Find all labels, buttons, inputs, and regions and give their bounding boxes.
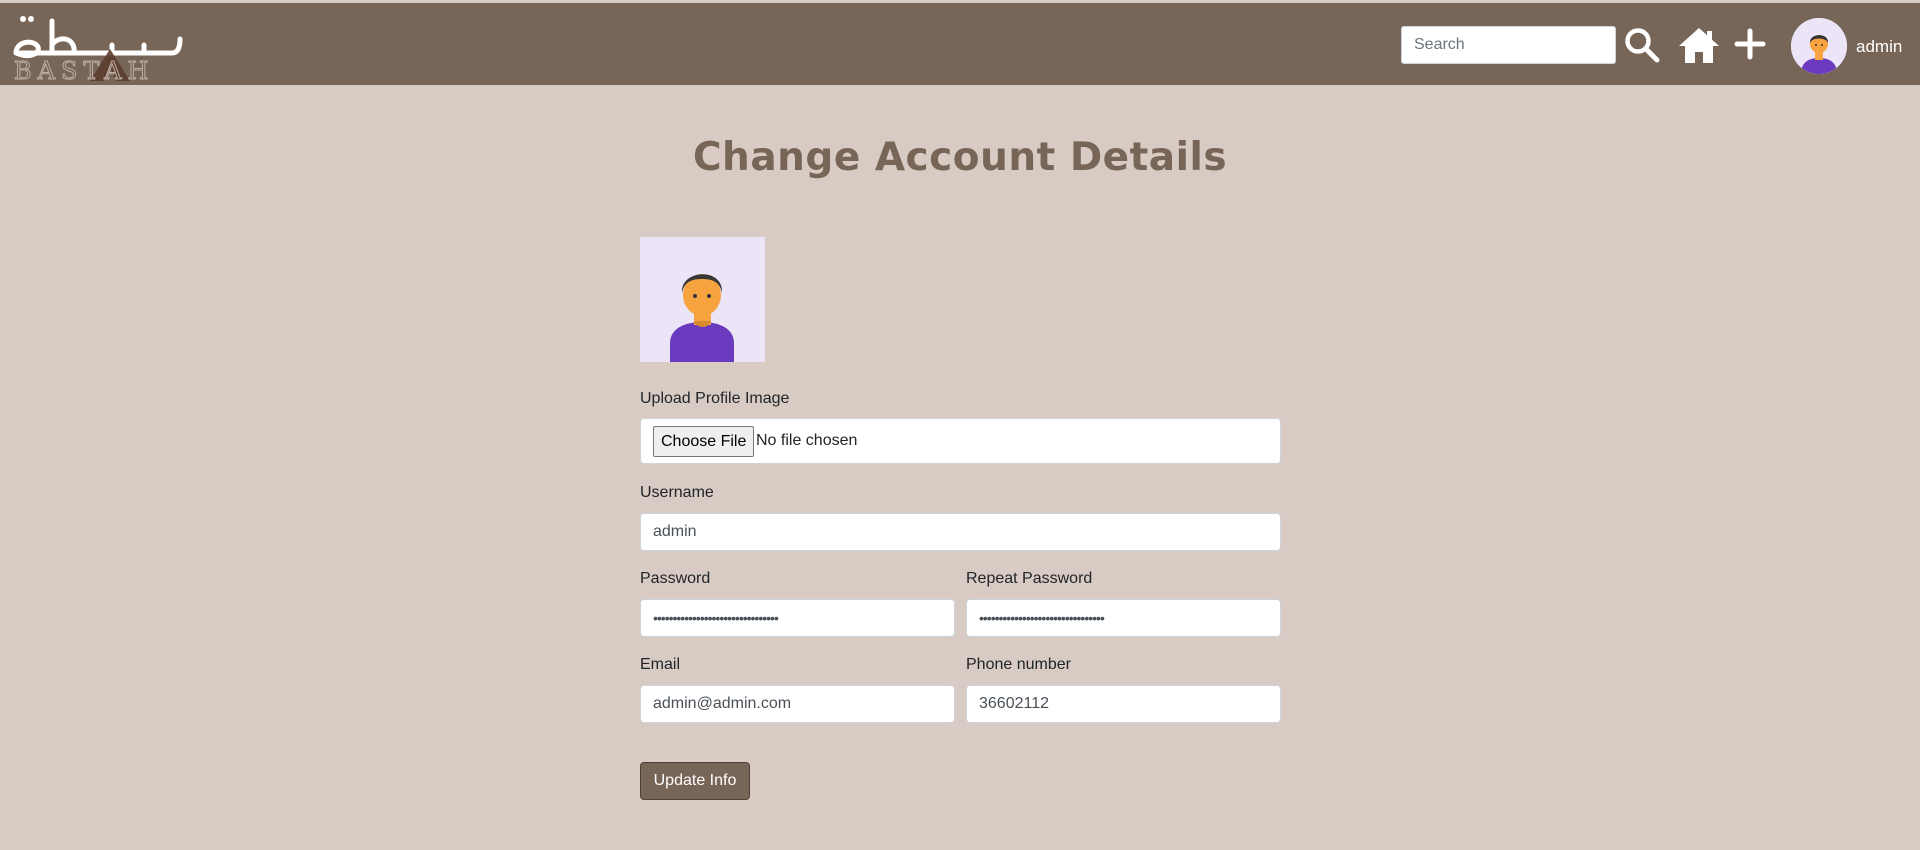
username-label: Username (640, 484, 714, 501)
choose-file-button[interactable]: Choose File (653, 426, 755, 457)
upload-label: Upload Profile Image (640, 390, 790, 407)
repeat-password-label: Repeat Password (966, 570, 1093, 587)
bastah-logo[interactable]: BASTAH (12, 11, 184, 86)
update-info-button[interactable]: Update Info (640, 762, 750, 800)
password-label: Password (640, 570, 711, 587)
file-input[interactable]: Choose File No file chosen (640, 418, 1281, 464)
file-status: No file chosen (756, 432, 858, 449)
search-icon[interactable] (1624, 27, 1660, 63)
email-label: Email (640, 656, 681, 673)
page-title: Change Account Details (692, 135, 1228, 180)
username-input[interactable] (640, 513, 1281, 551)
avatar[interactable] (1791, 18, 1847, 74)
email-input[interactable] (640, 685, 955, 723)
phone-input[interactable] (966, 685, 1281, 723)
repeat-password-input[interactable] (966, 599, 1281, 637)
password-input[interactable] (640, 599, 955, 637)
profile-image (640, 237, 765, 362)
search-input[interactable] (1401, 26, 1616, 64)
home-icon[interactable] (1678, 26, 1720, 64)
logo-wordmark: BASTAH (14, 57, 154, 81)
nav-username[interactable]: admin (1856, 37, 1902, 57)
phone-label: Phone number (966, 656, 1071, 673)
navbar: BASTAH admin (0, 0, 1920, 86)
plus-icon[interactable] (1734, 28, 1766, 60)
